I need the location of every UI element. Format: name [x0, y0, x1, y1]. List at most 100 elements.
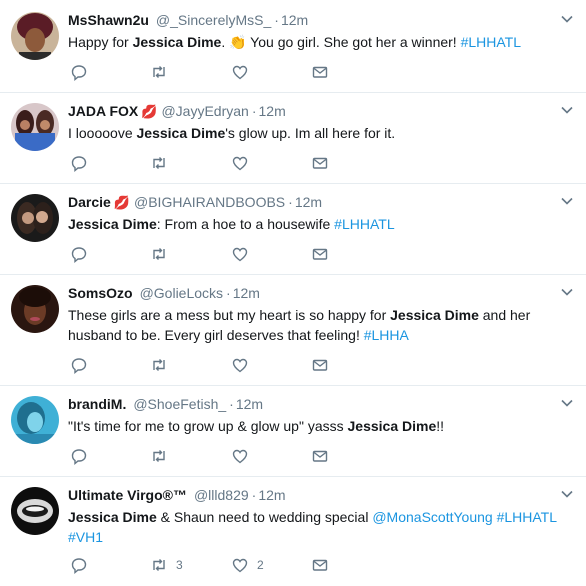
tweet-text-segment: I looooove — [68, 125, 137, 141]
chevron-down-icon[interactable] — [560, 285, 574, 299]
retweet-icon — [153, 248, 165, 260]
like-button[interactable] — [231, 446, 257, 466]
tweet[interactable]: brandiM. @ShoeFetish_ · 12m "It's time for … — [0, 386, 586, 477]
chevron-down-icon[interactable] — [560, 103, 574, 117]
retweet-icon — [153, 66, 165, 78]
avatar[interactable] — [11, 487, 59, 535]
display-name[interactable]: SomsOzo — [68, 285, 133, 301]
chevron-down-icon[interactable] — [560, 487, 574, 501]
reply-button[interactable] — [70, 355, 96, 375]
timestamp[interactable]: 12m — [233, 285, 260, 301]
avatar[interactable] — [11, 194, 59, 242]
retweet-icon — [153, 157, 165, 169]
tweet-text-segment: & Shaun need to wedding special — [156, 509, 373, 525]
user-handle[interactable]: @GolieLocks — [140, 285, 223, 301]
hashtag-link[interactable]: #LHHA — [364, 327, 409, 343]
tweet-actions — [68, 244, 368, 264]
direct-message-button[interactable] — [311, 555, 329, 575]
reply-button[interactable] — [70, 62, 96, 82]
display-name[interactable]: brandiM. — [68, 396, 126, 412]
tweet-header: Darcie 💋 @BIGHAIRANDBOOBS · 12m — [68, 194, 323, 210]
direct-message-button[interactable] — [311, 244, 329, 264]
tweet-text-segment: !! — [436, 418, 445, 434]
retweet-button[interactable]: 3 — [150, 555, 183, 575]
tweet[interactable]: SomsOzo @GolieLocks · 12m These girls are a… — [0, 275, 586, 386]
like-button[interactable] — [231, 62, 257, 82]
tweet-header: SomsOzo @GolieLocks · 12m — [68, 285, 260, 301]
name-emoji: 💋 — [113, 195, 130, 210]
timestamp[interactable]: 12m — [281, 12, 308, 28]
retweet-button[interactable] — [150, 153, 176, 173]
envelope-icon — [312, 450, 328, 462]
retweet-icon — [153, 450, 165, 462]
like-count: 2 — [257, 558, 264, 572]
heart-icon — [232, 156, 248, 171]
retweet-button[interactable] — [150, 446, 176, 466]
tweet-actions — [68, 62, 368, 82]
reply-button[interactable] — [70, 244, 96, 264]
like-button[interactable] — [231, 355, 257, 375]
bold-mention: Jessica Dime — [68, 216, 157, 232]
tweet[interactable]: JADA FOX 💋 @JayyEdryan · 12m I looooove Jess… — [0, 93, 586, 184]
reply-icon — [71, 358, 87, 374]
user-handle[interactable]: @llld829 — [194, 487, 249, 503]
retweet-icon — [153, 359, 165, 371]
user-handle[interactable]: @JayyEdryan — [161, 103, 248, 119]
like-button[interactable] — [231, 244, 257, 264]
tweet[interactable]: Darcie 💋 @BIGHAIRANDBOOBS · 12m Jessica Dime… — [0, 184, 586, 275]
avatar[interactable] — [11, 396, 59, 444]
tweet-header: MsShawn2u @_SincerelyMsS_ · 12m — [68, 12, 309, 28]
retweet-count: 3 — [176, 558, 183, 572]
avatar[interactable] — [11, 103, 59, 151]
display-name[interactable]: Ultimate Virgo®™ — [68, 487, 187, 503]
chevron-down-icon[interactable] — [560, 194, 574, 208]
direct-message-button[interactable] — [311, 153, 329, 173]
reply-button[interactable] — [70, 446, 96, 466]
hashtag-link[interactable]: @MonaScottYoung — [372, 509, 492, 525]
bold-mention: Jessica Dime — [68, 509, 157, 525]
tweet[interactable]: MsShawn2u @_SincerelyMsS_ · 12m Happy for J… — [0, 0, 586, 93]
tweet-text: I looooove Jessica Dime's glow up. Im al… — [68, 123, 572, 143]
like-button[interactable]: 2 — [231, 555, 264, 575]
display-name[interactable]: Darcie — [68, 194, 111, 210]
retweet-button[interactable] — [150, 244, 176, 264]
chevron-down-icon[interactable] — [560, 396, 574, 410]
avatar[interactable] — [11, 12, 59, 60]
heart-icon — [232, 358, 248, 373]
timestamp[interactable]: 12m — [236, 396, 263, 412]
reply-button[interactable] — [70, 153, 96, 173]
timestamp[interactable]: 12m — [295, 194, 322, 210]
timestamp[interactable]: 12m — [259, 103, 286, 119]
timestamp[interactable]: 12m — [258, 487, 285, 503]
bold-mention: Jessica Dime — [136, 125, 226, 141]
tweet-text-segment: Happy for — [68, 34, 133, 50]
tweet-text-segment: : From a hoe to a housewife — [156, 216, 335, 232]
chevron-down-icon[interactable] — [560, 12, 574, 26]
direct-message-button[interactable] — [311, 446, 329, 466]
tweet-header: brandiM. @ShoeFetish_ · 12m — [68, 396, 264, 412]
user-handle[interactable]: @ShoeFetish_ — [133, 396, 226, 412]
hashtag-link[interactable]: #LHHATL — [461, 34, 521, 50]
tweet-actions — [68, 153, 368, 173]
tweet-actions: 3 2 — [68, 555, 368, 575]
hashtag-link[interactable]: #VH1 — [68, 529, 103, 545]
tweet-text: Happy for Jessica Dime. 👏 You go girl. S… — [68, 32, 572, 52]
retweet-button[interactable] — [150, 62, 176, 82]
envelope-icon — [312, 248, 328, 260]
retweet-button[interactable] — [150, 355, 176, 375]
hashtag-link[interactable]: #LHHATL — [497, 509, 557, 525]
display-name[interactable]: JADA FOX — [68, 103, 138, 119]
reply-button[interactable] — [70, 555, 96, 575]
like-button[interactable] — [231, 153, 257, 173]
display-name[interactable]: MsShawn2u — [68, 12, 149, 28]
hashtag-link[interactable]: #LHHATL — [334, 216, 394, 232]
tweet-actions — [68, 355, 368, 375]
avatar[interactable] — [11, 285, 59, 333]
direct-message-button[interactable] — [311, 62, 329, 82]
user-handle[interactable]: @_SincerelyMsS_ — [156, 12, 271, 28]
user-handle[interactable]: @BIGHAIRANDBOOBS — [134, 194, 285, 210]
envelope-icon — [312, 359, 328, 371]
tweet-text-segment: "It's time for me to grow up & glow up" … — [68, 418, 348, 434]
direct-message-button[interactable] — [311, 355, 329, 375]
tweet[interactable]: Ultimate Virgo®™ @llld829 · 12m Jessica Dim… — [0, 477, 586, 586]
